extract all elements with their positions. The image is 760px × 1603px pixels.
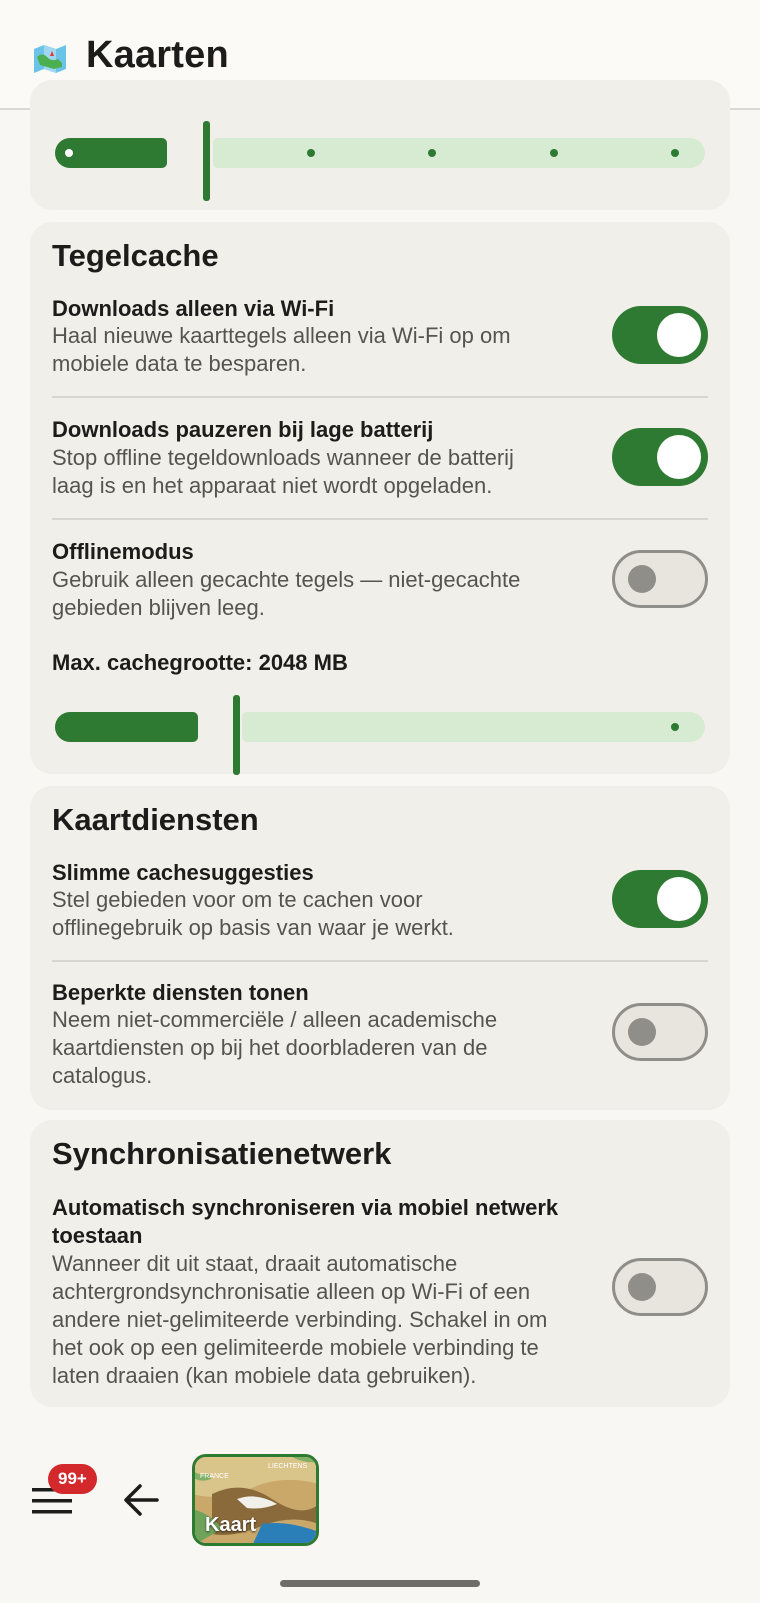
notification-badge: 99+ <box>48 1464 97 1494</box>
cache-size-slider[interactable] <box>55 695 705 775</box>
slider-tick <box>428 149 436 157</box>
slider-handle[interactable] <box>203 121 210 201</box>
map-services-card: Kaartdiensten Slimme cachesuggesties Ste… <box>30 786 730 1110</box>
bottom-bar <box>0 1410 760 1603</box>
slider-tick <box>307 149 315 157</box>
switch-knob <box>628 1018 656 1046</box>
slider-tick <box>671 723 679 731</box>
slider-inactive-track <box>213 138 705 168</box>
section-title: Synchronisatienetwerk <box>52 1136 392 1171</box>
switch-knob <box>657 435 701 479</box>
slider-handle[interactable] <box>233 695 240 775</box>
switch-knob <box>628 1273 656 1301</box>
slider-active-track <box>55 712 198 742</box>
top-slider[interactable] <box>55 121 705 201</box>
setting-title: Downloads alleen via Wi-Fi <box>52 296 335 321</box>
setting-title: Downloads pauzeren bij lage batterij <box>52 417 434 442</box>
low-battery-pause-switch[interactable] <box>612 428 708 486</box>
page-title: Kaarten <box>86 34 229 76</box>
setting-description: Gebruik alleen gecachte tegels — niet-ge… <box>52 567 521 620</box>
arrow-left-icon[interactable] <box>123 1483 159 1517</box>
switch-knob <box>657 877 701 921</box>
setting-title: Slimme cachesuggesties <box>52 860 314 885</box>
cache-size-label: Max. cachegrootte: 2048 MB <box>52 650 348 675</box>
mobile-sync-switch[interactable] <box>612 1258 708 1316</box>
setting-title: Beperkte diensten tonen <box>52 980 309 1005</box>
map-thumb-text: LIECHTENS <box>268 1463 308 1470</box>
map-thumbnail-button[interactable]: FRANCE LIECHTENS Kaart <box>192 1454 319 1546</box>
wifi-only-switch[interactable] <box>612 306 708 364</box>
map-icon <box>34 45 66 73</box>
setting-description: Neem niet-commerciële / alleen academisc… <box>52 1007 498 1088</box>
slider-tick <box>550 149 558 157</box>
section-title: Tegelcache <box>52 238 219 273</box>
switch-knob <box>657 313 701 357</box>
restricted-services-switch[interactable] <box>612 1003 708 1061</box>
map-thumbnail-label: Kaart <box>205 1514 257 1536</box>
home-indicator[interactable] <box>280 1580 480 1587</box>
setting-description: Stel gebieden voor om te cachen voor off… <box>52 887 454 940</box>
slider-tick <box>671 149 679 157</box>
setting-title: Automatisch synchroniseren via mobiel ne… <box>52 1195 559 1248</box>
slider-tick <box>65 149 73 157</box>
setting-description: Stop offline tegeldownloads wanneer de b… <box>52 445 514 498</box>
smart-cache-suggestions-switch[interactable] <box>612 870 708 928</box>
offline-mode-switch[interactable] <box>612 550 708 608</box>
tile-cache-card: Tegelcache Downloads alleen via Wi-Fi Ha… <box>30 222 730 775</box>
switch-knob <box>628 565 656 593</box>
divider <box>52 396 708 398</box>
map-thumb-text: FRANCE <box>200 1473 229 1480</box>
setting-title: Offlinemodus <box>52 539 194 564</box>
setting-description: Haal nieuwe kaarttegels alleen via Wi-Fi… <box>52 323 511 376</box>
divider <box>52 518 708 520</box>
sync-network-card: Synchronisatienetwerk Automatisch synchr… <box>30 1120 730 1407</box>
setting-description: Wanneer dit uit staat, draait automatisc… <box>52 1251 548 1388</box>
top-slider-card <box>30 80 730 210</box>
slider-inactive-track <box>242 712 705 742</box>
section-title: Kaartdiensten <box>52 802 259 837</box>
divider <box>52 960 708 962</box>
